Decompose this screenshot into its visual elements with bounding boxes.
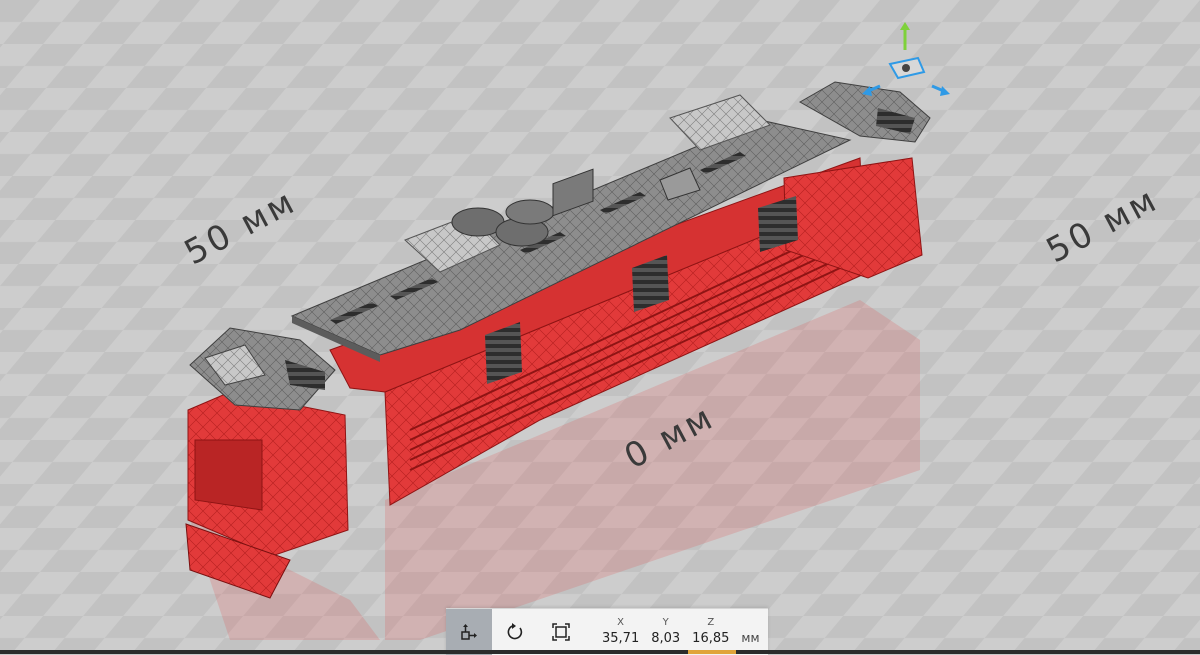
rotate-tool-button[interactable] [492,609,538,655]
scale-icon [552,623,570,641]
coord-z[interactable]: Z 16,85 [686,609,735,655]
coord-z-label: Z [707,617,715,628]
coord-y-value[interactable]: 8,03 [651,630,680,648]
bottom-accent [688,650,736,654]
coord-x-value[interactable]: 35,71 [602,630,639,648]
coord-y[interactable]: Y 8,03 [645,609,686,655]
coord-y-label: Y [662,617,669,628]
move-icon [461,624,477,640]
3d-viewport[interactable]: 50 мм 50 мм 0 мм [0,0,1200,654]
coord-x-label: X [617,617,625,628]
coord-z-value[interactable]: 16,85 [692,630,729,648]
coord-x[interactable]: X 35,71 [596,609,645,655]
unit-label: мм [741,631,760,645]
rotate-icon [507,623,523,640]
transform-toolbar: X 35,71 Y 8,03 Z 16,85 мм [446,608,768,655]
move-tool-button[interactable] [446,609,492,655]
scale-tool-button[interactable] [538,609,584,655]
scene-canvas[interactable] [0,0,1200,654]
bottom-bar [0,650,1200,654]
